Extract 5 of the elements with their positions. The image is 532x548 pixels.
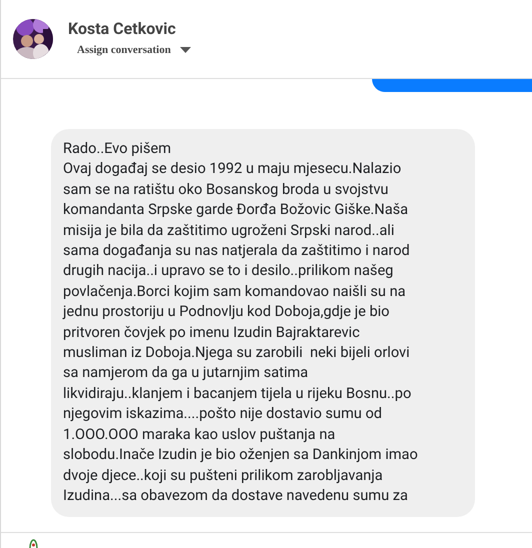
caret-down-icon — [180, 47, 191, 53]
emblem-icon — [29, 539, 38, 548]
assign-conversation-dropdown[interactable]: Assign conversation — [77, 43, 191, 57]
contact-name: Kosta Cetkovic — [68, 19, 177, 39]
message-text: Rado..Evo pišem Ovaj događaj se desio 1992 u maju mjesecu.Nalazio sam se na ratištu oko Bosanskog broda u svojstvu komandanta Srpske garde Đorđa Božovic Giške.Naša misija je bila da zaštitimo ugroženi Srpski narod..ali sama događanja su nas natjerala da zaštitimo i narod drugih nacija..i upravo se to i desilo..prilikom našeg povlačenja.Borci kojim sam komandovao naišli su na jednu prostoriju u Podnovlju kod Doboja,gdje je bio pritvoren čovjek po imenu Izudin Bajraktarevic musliman iz Doboja.Njega su zarobili neki bijeli orlovi sa namjerom da ga u jutarnjim satima likvidiraju..klanjem i bacanjem tijela u rijeku Bosnu..po njegovim iskazima....pošto nije dostavio sumu od 1.OOO.OOO maraka kao uslov puštanja na slobodu.Inače Izudin je bio oženjen sa Dankinjom imao dvoje djece..koji su pušteni prilikom zarobljavanja Izudina...sa obavezom da dostave navedenu sumu za — [63, 138, 419, 506]
